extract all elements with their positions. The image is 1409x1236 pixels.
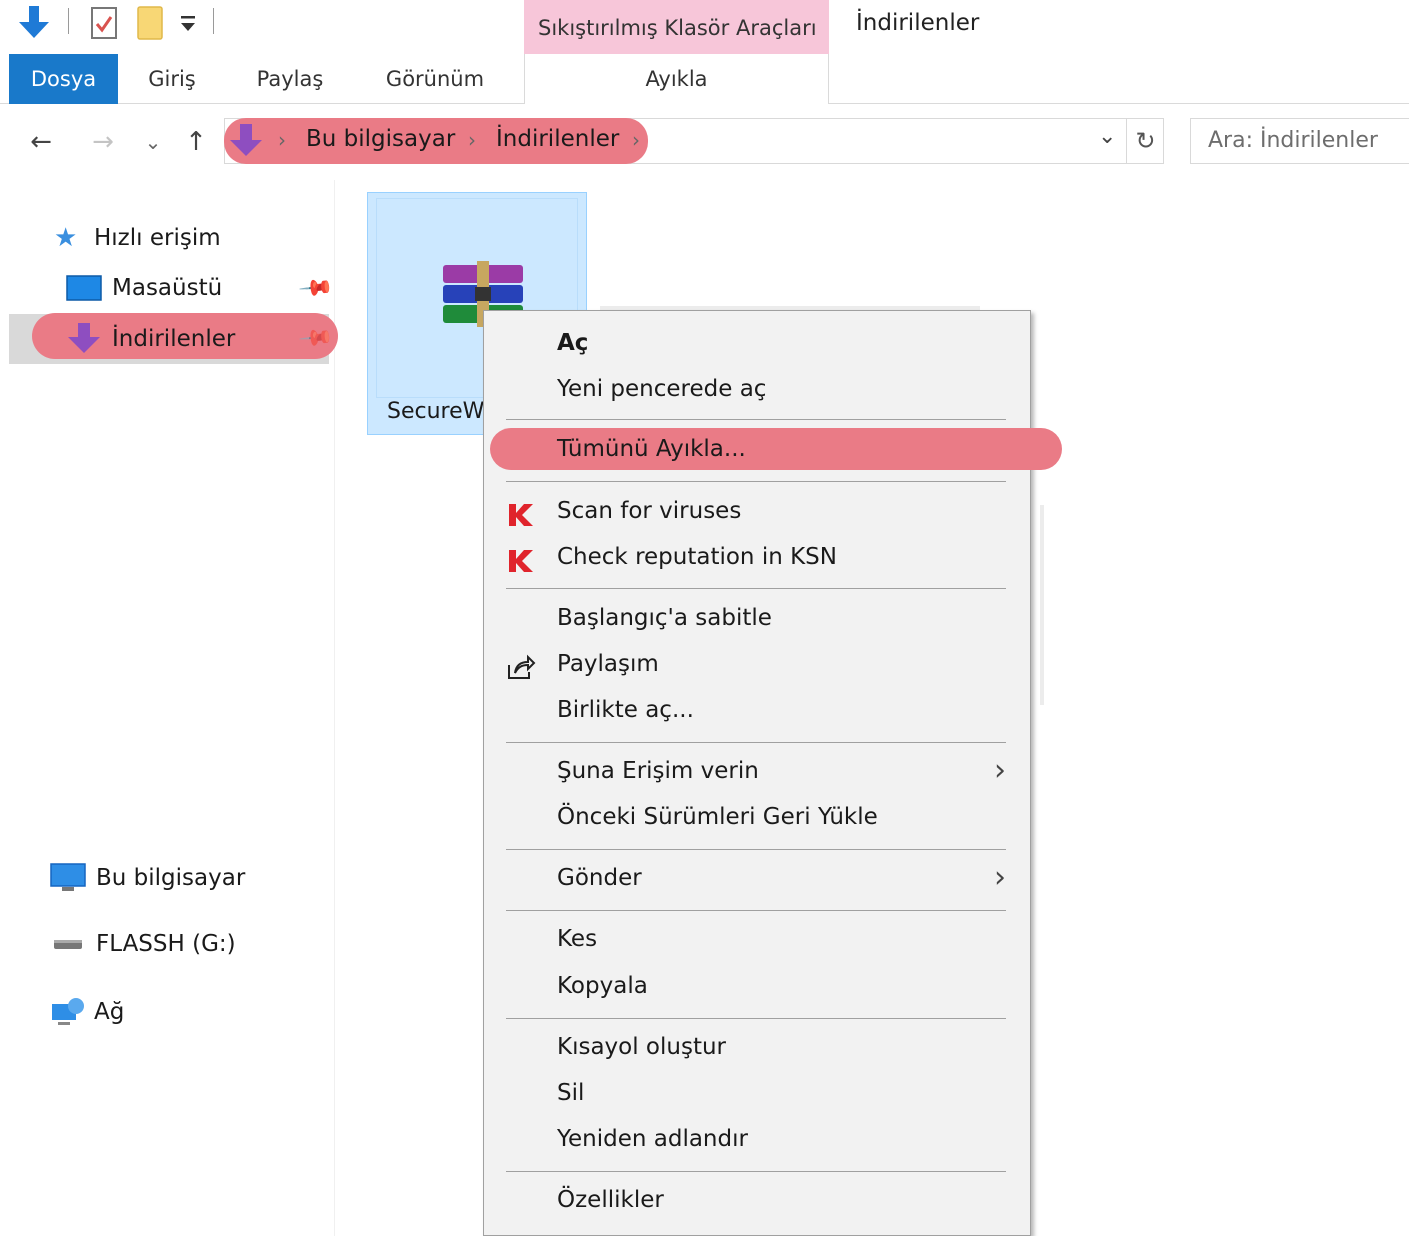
chevron-right-icon: › <box>994 860 1006 895</box>
sidebar-item-desktop[interactable]: Masaüstü <box>66 270 222 306</box>
menu-item-share[interactable]: Paylaşım <box>484 644 1030 688</box>
recent-locations-button[interactable]: ⌄ <box>138 122 168 162</box>
menu-separator <box>506 1171 1006 1172</box>
menu-separator <box>506 849 1006 850</box>
download-icon <box>66 321 102 357</box>
menu-item-label: Aç <box>557 330 589 356</box>
tab-view[interactable]: Görünüm <box>370 54 500 104</box>
breadcrumb-downloads[interactable]: İndirilenler <box>496 126 619 152</box>
search-placeholder: Ara: İndirilenler <box>1208 128 1378 153</box>
ribbon-tabs: Dosya Giriş Paylaş Görünüm Ayıkla <box>0 54 1409 104</box>
tab-extract[interactable]: Ayıkla <box>524 54 829 104</box>
menu-item-label: Kes <box>557 926 598 952</box>
menu-item-delete[interactable]: Sil <box>484 1073 1030 1117</box>
sidebar-item-downloads[interactable]: İndirilenler <box>66 320 235 358</box>
up-button[interactable]: ↑ <box>176 122 216 162</box>
new-folder-icon[interactable] <box>134 4 168 42</box>
properties-check-icon[interactable] <box>88 4 120 42</box>
sidebar-item-label: FLASSH (G:) <box>96 931 236 957</box>
back-button[interactable]: ← <box>22 122 60 162</box>
menu-item-properties[interactable]: Özellikler <box>484 1180 1030 1224</box>
menu-item-label: Yeniden adlandır <box>557 1126 748 1152</box>
tab-share[interactable]: Paylaş <box>244 54 336 104</box>
background-hint <box>1040 505 1044 705</box>
menu-item-label: Check reputation in KSN <box>557 544 837 570</box>
menu-item-pin-start[interactable]: Başlangıç'a sabitle <box>484 598 1030 642</box>
chevron-right-icon: › <box>994 753 1006 788</box>
menu-item-restore-versions[interactable]: Önceki Sürümleri Geri Yükle <box>484 797 1030 841</box>
menu-separator <box>506 588 1006 589</box>
window-title: İndirilenler <box>856 10 980 36</box>
menu-separator <box>506 742 1006 743</box>
tab-file[interactable]: Dosya <box>9 54 118 104</box>
tab-home[interactable]: Giriş <box>130 54 214 104</box>
contextual-tab-header-label: Sıkıştırılmış Klasör Araçları <box>538 16 817 40</box>
sidebar-item-label: İndirilenler <box>112 326 236 352</box>
menu-item-label: Yeni pencerede aç <box>557 376 767 402</box>
sidebar-this-pc[interactable]: Bu bilgisayar <box>50 860 245 896</box>
menu-item-check-reputation[interactable]: Check reputation in KSN <box>484 537 1030 581</box>
breadcrumb-this-pc[interactable]: Bu bilgisayar <box>306 126 455 152</box>
sidebar-network[interactable]: Ağ <box>50 994 124 1030</box>
address-dropdown-icon[interactable]: ⌄ <box>1098 124 1116 149</box>
menu-item-cut[interactable]: Kes <box>484 919 1030 963</box>
extract-all-label-overlay[interactable]: Tümünü Ayıkla... <box>557 436 746 462</box>
menu-item-label: Kopyala <box>557 973 648 999</box>
menu-separator <box>506 419 1006 420</box>
customize-dropdown-icon[interactable] <box>176 10 200 38</box>
sidebar-item-label: Masaüstü <box>112 275 223 301</box>
address-download-icon <box>228 122 264 160</box>
kaspersky-icon <box>506 545 536 575</box>
sidebar-item-label: Hızlı erişim <box>94 225 221 251</box>
share-icon <box>506 652 536 682</box>
kaspersky-icon <box>506 499 536 529</box>
desktop-icon <box>66 275 102 301</box>
menu-item-scan-viruses[interactable]: Scan for viruses <box>484 491 1030 535</box>
menu-item-label: Scan for viruses <box>557 498 742 524</box>
network-icon <box>50 996 86 1028</box>
menu-item-copy[interactable]: Kopyala <box>484 966 1030 1010</box>
menu-item-open[interactable]: Aç <box>484 323 1030 367</box>
forward-button[interactable]: → <box>84 122 122 162</box>
breadcrumb-separator: › <box>632 128 640 152</box>
computer-icon <box>50 863 86 893</box>
quick-access-divider <box>213 8 214 34</box>
menu-item-send-to[interactable]: Gönder › <box>484 858 1030 902</box>
sidebar-item-label: Ağ <box>94 999 125 1025</box>
menu-item-open-new-window[interactable]: Yeni pencerede aç <box>484 369 1030 413</box>
contextual-tab-header: Sıkıştırılmış Klasör Araçları <box>524 0 829 54</box>
refresh-button[interactable]: ↻ <box>1126 118 1164 164</box>
quick-access-divider <box>68 8 69 34</box>
menu-item-open-with[interactable]: Birlikte aç... <box>484 690 1030 734</box>
search-input[interactable]: Ara: İndirilenler <box>1190 118 1409 164</box>
sidebar-quick-access[interactable]: ★ Hızlı erişim <box>54 220 221 256</box>
drive-icon <box>50 934 86 954</box>
menu-item-give-access[interactable]: Şuna Erişim verin › <box>484 751 1030 795</box>
menu-item-rename[interactable]: Yeniden adlandır <box>484 1119 1030 1163</box>
menu-item-label: Başlangıç'a sabitle <box>557 605 772 631</box>
sidebar-drive[interactable]: FLASSH (G:) <box>50 926 236 962</box>
menu-separator <box>506 910 1006 911</box>
star-icon: ★ <box>54 223 78 253</box>
menu-item-label: Önceki Sürümleri Geri Yükle <box>557 804 878 830</box>
menu-item-label: Özellikler <box>557 1187 664 1213</box>
menu-item-label: Kısayol oluştur <box>557 1034 727 1060</box>
breadcrumb-separator: › <box>278 128 286 152</box>
menu-item-create-shortcut[interactable]: Kısayol oluştur <box>484 1027 1030 1071</box>
menu-item-label: Gönder <box>557 865 642 891</box>
breadcrumb-separator: › <box>468 128 476 152</box>
pin-icon[interactable]: 📌 <box>297 270 334 307</box>
menu-item-label: Şuna Erişim verin <box>557 758 759 784</box>
menu-separator <box>506 481 1006 482</box>
menu-item-label: Paylaşım <box>557 651 659 677</box>
menu-item-label: Birlikte aç... <box>557 697 694 723</box>
file-name: SecureW <box>387 399 485 424</box>
menu-separator <box>506 1018 1006 1019</box>
menu-item-label: Sil <box>557 1080 585 1106</box>
download-arrow-icon[interactable] <box>16 4 52 40</box>
sidebar-item-label: Bu bilgisayar <box>96 865 246 891</box>
